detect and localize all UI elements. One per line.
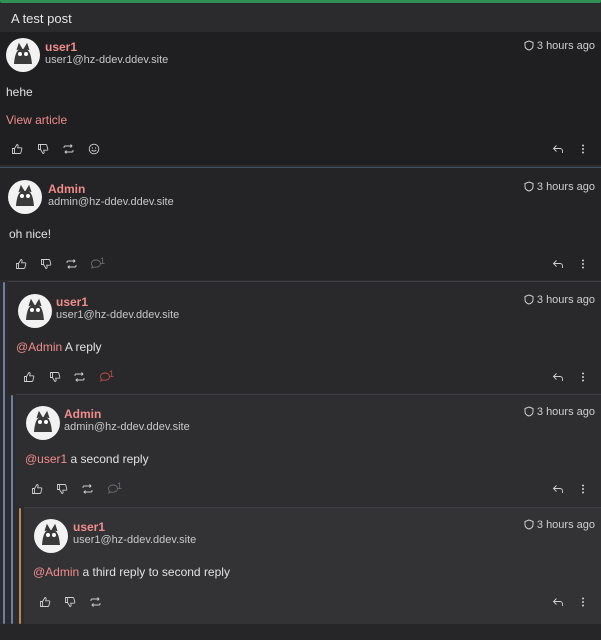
reply-count: 1 — [117, 481, 123, 491]
reply-arrow-icon[interactable] — [552, 483, 566, 497]
thread-header: A test post — [0, 3, 601, 32]
post-body: @Admin A reply — [16, 340, 102, 354]
post-actions: 1 — [15, 256, 115, 274]
author-name[interactable]: Admin — [64, 407, 101, 421]
bottom-spacer — [0, 624, 601, 640]
body-text: a second reply — [67, 452, 149, 466]
reply-count: 1 — [109, 369, 115, 379]
author-handle[interactable]: user1@hz-ddev.ddev.site — [56, 309, 179, 321]
shield-icon — [524, 40, 534, 51]
time-text: 3 hours ago — [536, 40, 595, 52]
reply-arrow-icon[interactable] — [552, 596, 566, 610]
view-article-link[interactable]: View article — [6, 113, 67, 127]
post-actions — [39, 596, 119, 612]
post-actions: 1 — [23, 369, 123, 387]
mention-link[interactable]: @Admin — [16, 340, 62, 354]
time-text: 3 hours ago — [536, 406, 595, 418]
shield-icon — [524, 406, 534, 417]
post-time[interactable]: 3 hours ago — [524, 519, 595, 531]
post-card: user1 user1@hz-ddev.ddev.site 3 hours ag… — [24, 507, 601, 624]
avatar[interactable] — [18, 294, 52, 328]
body-text: A reply — [62, 340, 102, 354]
shield-icon — [524, 519, 534, 530]
thread-line[interactable] — [19, 508, 21, 624]
thumbs-down-icon[interactable] — [64, 596, 78, 610]
author-name[interactable]: user1 — [45, 40, 77, 54]
post-card: Admin admin@hz-ddev.ddev.site 3 hours ag… — [16, 394, 601, 506]
shield-icon — [524, 294, 534, 305]
thumbs-down-icon[interactable] — [40, 258, 54, 272]
avatar[interactable] — [6, 38, 40, 72]
more-vertical-icon[interactable] — [580, 483, 594, 497]
post-time[interactable]: 3 hours ago — [524, 406, 595, 418]
post-actions — [11, 143, 111, 159]
repeat-icon[interactable] — [73, 371, 87, 385]
comment-icon[interactable]: 1 — [107, 481, 127, 497]
author-name[interactable]: user1 — [73, 520, 105, 534]
body-text: a third reply to second reply — [79, 565, 230, 579]
repeat-icon[interactable] — [62, 143, 76, 157]
post-time[interactable]: 3 hours ago — [524, 40, 595, 52]
more-vertical-icon[interactable] — [580, 371, 594, 385]
more-vertical-icon[interactable] — [580, 596, 594, 610]
repeat-icon[interactable] — [65, 258, 79, 272]
thumbs-up-icon[interactable] — [23, 371, 37, 385]
more-vertical-icon[interactable] — [580, 143, 594, 157]
thread-line[interactable] — [11, 395, 13, 624]
post-time[interactable]: 3 hours ago — [524, 181, 595, 193]
shield-icon — [524, 181, 534, 192]
thumbs-up-icon[interactable] — [31, 483, 45, 497]
author-handle[interactable]: admin@hz-ddev.ddev.site — [64, 421, 190, 433]
author-handle[interactable]: user1@hz-ddev.ddev.site — [73, 534, 196, 546]
thumbs-up-icon[interactable] — [15, 258, 29, 272]
thumbs-down-icon[interactable] — [37, 143, 51, 157]
post-card: Admin admin@hz-ddev.ddev.site 3 hours ag… — [0, 167, 601, 280]
repeat-icon[interactable] — [81, 483, 95, 497]
post-body: @user1 a second reply — [25, 452, 149, 466]
thumbs-up-icon[interactable] — [39, 596, 53, 610]
post-card: user1 user1@hz-ddev.ddev.site 3 hours ag… — [0, 32, 601, 165]
more-vertical-icon[interactable] — [580, 258, 594, 272]
time-text: 3 hours ago — [536, 294, 595, 306]
thumbs-down-icon[interactable] — [56, 483, 70, 497]
author-handle[interactable]: user1@hz-ddev.ddev.site — [45, 54, 168, 66]
reply-arrow-icon[interactable] — [552, 371, 566, 385]
reply-arrow-icon[interactable] — [552, 143, 566, 157]
post-body: oh nice! — [9, 227, 52, 241]
post-body: @Admin a third reply to second reply — [33, 565, 230, 579]
thread-line[interactable] — [3, 282, 5, 624]
time-text: 3 hours ago — [536, 519, 595, 531]
mention-link[interactable]: @Admin — [33, 565, 79, 579]
comment-icon[interactable]: 1 — [99, 369, 119, 385]
mention-link[interactable]: @user1 — [25, 452, 67, 466]
thread-title: A test post — [11, 11, 72, 26]
avatar[interactable] — [8, 180, 42, 214]
avatar[interactable] — [26, 406, 60, 440]
time-text: 3 hours ago — [536, 181, 595, 193]
post-body: hehe — [6, 85, 33, 99]
avatar[interactable] — [34, 519, 68, 553]
author-name[interactable]: user1 — [56, 295, 88, 309]
post-card: user1 user1@hz-ddev.ddev.site 3 hours ag… — [8, 281, 601, 393]
smiley-icon[interactable] — [88, 143, 102, 157]
reply-arrow-icon[interactable] — [552, 258, 566, 272]
repeat-icon[interactable] — [89, 596, 103, 610]
post-actions: 1 — [31, 481, 131, 499]
thumbs-up-icon[interactable] — [11, 143, 25, 157]
author-name[interactable]: Admin — [48, 182, 85, 196]
thumbs-down-icon[interactable] — [49, 371, 63, 385]
post-time[interactable]: 3 hours ago — [524, 294, 595, 306]
comment-icon[interactable]: 1 — [90, 256, 110, 272]
author-handle[interactable]: admin@hz-ddev.ddev.site — [48, 196, 174, 208]
reply-count: 1 — [100, 256, 106, 266]
